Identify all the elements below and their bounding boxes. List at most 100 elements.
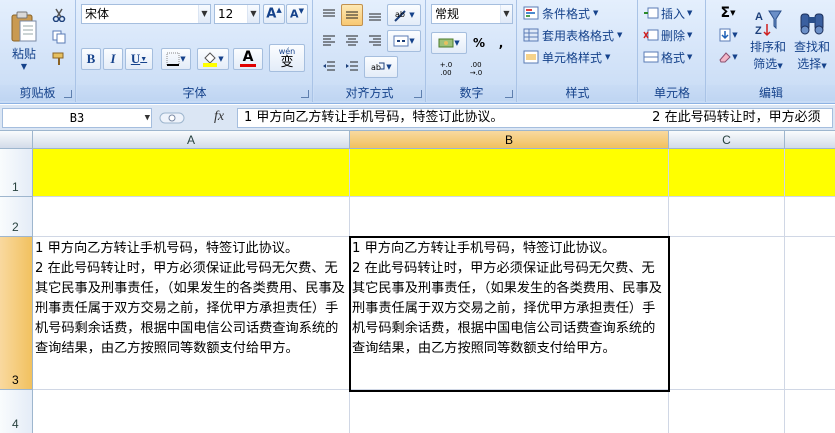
cell-styles-button[interactable]: 单元格样式 ▼	[522, 47, 634, 67]
find-select-button[interactable]: 查找和 选择▼	[791, 3, 833, 77]
row-header-3[interactable]: 3	[0, 237, 33, 390]
font-color-button[interactable]: A	[233, 48, 263, 70]
increase-indent-button[interactable]	[341, 56, 363, 78]
merge-icon	[393, 35, 409, 47]
column-header-d[interactable]	[785, 131, 835, 149]
comma-button[interactable]: ,	[491, 32, 511, 54]
italic-button[interactable]: I	[103, 48, 123, 70]
align-middle-button[interactable]	[341, 4, 363, 26]
font-group-label: 字体	[77, 85, 312, 101]
dialog-launcher-icon[interactable]	[414, 90, 422, 98]
insert-button[interactable]: 插入 ▼	[642, 3, 704, 23]
chevron-down-icon[interactable]: ▼	[247, 5, 259, 23]
cell-a2[interactable]	[33, 197, 350, 237]
fill-color-button[interactable]: ▼	[197, 48, 229, 70]
cell-c4[interactable]	[669, 390, 785, 433]
cell-b2[interactable]	[350, 197, 669, 237]
format-painter-button[interactable]	[48, 49, 70, 69]
fill-button[interactable]: ▼	[711, 25, 745, 45]
border-button[interactable]: ▼	[161, 48, 191, 70]
column-header-c[interactable]: C	[669, 131, 785, 149]
underline-button[interactable]: U ▼	[125, 48, 153, 70]
increase-decimal-button[interactable]: +.0 .00	[433, 58, 459, 80]
cell-b4[interactable]	[350, 390, 669, 433]
cell-a1[interactable]	[33, 149, 350, 197]
cells-group-label: 单元格	[639, 85, 705, 101]
dialog-launcher-icon[interactable]	[64, 90, 72, 98]
conditional-format-button[interactable]: 条件格式 ▼	[522, 3, 634, 23]
increase-font-button[interactable]: A▲	[263, 4, 285, 24]
shrink-font-icon: A▼	[290, 7, 304, 21]
sort-filter-button[interactable]: AZ 排序和 筛选▼	[747, 3, 789, 77]
editing-group: Σ ▼ ▼ ▼ AZ 排序和 筛选▼ 查找和 选择▼ 编辑	[707, 0, 835, 102]
chevron-down-icon[interactable]: ▼	[198, 5, 210, 23]
fx-icon[interactable]: fx	[214, 109, 224, 125]
orientation-button[interactable]: ab ▼	[387, 4, 421, 26]
format-button[interactable]: 格式 ▼	[642, 47, 704, 67]
name-box[interactable]: B3 ▼	[2, 108, 152, 128]
row-header-1[interactable]: 1	[0, 149, 33, 197]
chevron-down-icon[interactable]: ▼	[145, 109, 150, 127]
dialog-launcher-icon[interactable]	[301, 90, 309, 98]
paste-button[interactable]: 粘贴 ▼	[4, 3, 44, 79]
align-right-button[interactable]	[364, 30, 386, 52]
cell-d2[interactable]	[785, 197, 835, 237]
delete-cells-icon	[643, 29, 659, 41]
decrease-indent-button[interactable]	[318, 56, 340, 78]
delete-button[interactable]: 删除 ▼	[642, 25, 704, 45]
percent-button[interactable]: %	[469, 32, 489, 54]
currency-button[interactable]: ▼	[431, 32, 467, 54]
number-format-value: 常规	[435, 7, 460, 21]
phonetic-button[interactable]: wén 变	[269, 44, 305, 72]
merge-center-button[interactable]: ▼	[387, 30, 421, 52]
cell-a4[interactable]	[33, 390, 350, 433]
formula-controls: fx	[156, 108, 236, 128]
chevron-down-icon: ▼	[409, 37, 415, 45]
chevron-down-icon[interactable]: ▼	[500, 5, 512, 23]
chevron-down-icon: ▼	[617, 31, 623, 39]
align-bottom-button[interactable]	[364, 4, 386, 26]
row-header-4[interactable]: 4	[0, 390, 33, 433]
conditional-format-icon	[523, 6, 539, 20]
resize-handle-icon[interactable]	[158, 108, 186, 128]
align-center-button[interactable]	[341, 30, 363, 52]
row-header-2[interactable]: 2	[0, 197, 33, 237]
chevron-down-icon: ▼	[180, 55, 186, 63]
format-as-table-button[interactable]: 套用表格格式 ▼	[522, 25, 634, 45]
align-bottom-icon	[369, 13, 381, 21]
cells-group: 插入 ▼ 删除 ▼ 格式 ▼ 单元格	[639, 0, 706, 102]
cell-d4[interactable]	[785, 390, 835, 433]
cell-a3[interactable]: 1 甲方向乙方转让手机号码，特签订此协议。 2 在此号码转让时，甲方必须保证此号…	[33, 237, 350, 390]
chevron-down-icon: ▼	[687, 31, 693, 39]
formula-input[interactable]: 1 甲方向乙方转让手机号码，特签订此协议。 2 在此号码转让时，甲方必须	[237, 108, 833, 128]
cell-b3[interactable]: 1 甲方向乙方转让手机号码，特签订此协议。 2 在此号码转让时，甲方必须保证此号…	[350, 237, 669, 390]
number-format-combo[interactable]: 常规 ▼	[431, 4, 513, 24]
align-left-button[interactable]	[318, 30, 340, 52]
cell-d1[interactable]	[785, 149, 835, 197]
bold-button[interactable]: B	[81, 48, 101, 70]
cell-c1[interactable]	[669, 149, 785, 197]
format-as-table-label: 套用表格格式	[542, 28, 615, 43]
cell-c3[interactable]	[669, 237, 785, 390]
editing-group-label: 编辑	[707, 85, 835, 101]
clear-button[interactable]: ▼	[711, 47, 745, 67]
decrease-decimal-button[interactable]: .00 →.0	[463, 58, 489, 80]
column-header-b[interactable]: B	[350, 131, 669, 149]
autosum-button[interactable]: Σ ▼	[711, 3, 745, 23]
dialog-launcher-icon[interactable]	[505, 90, 513, 98]
cell-d3[interactable]	[785, 237, 835, 390]
column-header-a[interactable]: A	[33, 131, 350, 149]
select-all-corner[interactable]	[0, 131, 33, 149]
align-top-button[interactable]	[318, 4, 340, 26]
font-size-combo[interactable]: 12 ▼	[214, 4, 260, 24]
chevron-down-icon: ▼	[687, 9, 693, 17]
wrap-text-button[interactable]: ab ▼	[364, 56, 398, 78]
cell-b1[interactable]	[350, 149, 669, 197]
increase-decimal-icon: +.0 .00	[439, 61, 453, 77]
cell-c2[interactable]	[669, 197, 785, 237]
font-name-combo[interactable]: 宋体 ▼	[81, 4, 211, 24]
paste-label: 粘贴	[11, 47, 36, 61]
copy-button[interactable]	[48, 27, 70, 47]
cut-button[interactable]	[48, 5, 70, 25]
decrease-font-button[interactable]: A▼	[286, 4, 308, 24]
